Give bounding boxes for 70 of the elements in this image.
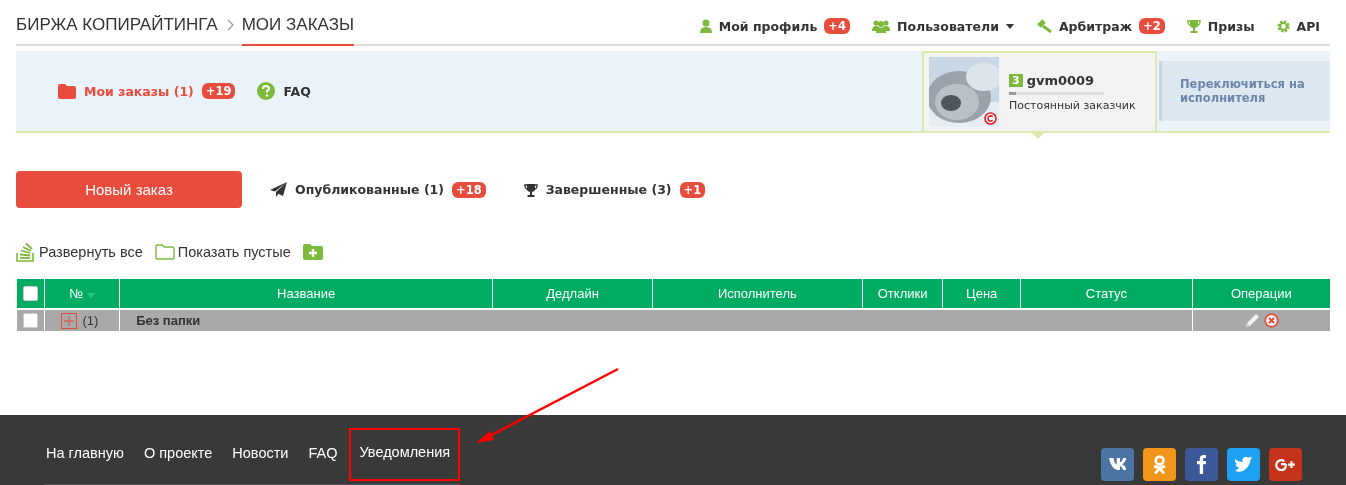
rank-badge: 3 [1009,73,1023,87]
badge: +2 [1139,18,1165,34]
folder-name: Без папки [136,313,201,328]
delete-icon[interactable] [1263,312,1279,328]
folder-icon [154,244,175,260]
trophy-icon [1186,19,1201,33]
ok-icon [1152,454,1167,475]
folder-icon [58,83,76,99]
footer-link[interactable]: Уведомления [357,441,453,463]
copyright-icon [984,112,997,125]
badge: +4 [824,18,850,34]
breadcrumb-link[interactable]: БИРЖА КОПИРАЙТИНГА [16,15,218,46]
toolbar-label: Показать пустые [177,244,291,260]
subnav-link[interactable]: FAQ [257,82,311,100]
nav-label: Арбитраж [1058,18,1133,34]
toolbar-link[interactable]: Развернуть все [16,242,143,262]
stack-icon [16,242,36,262]
username: gvm0009 [1026,72,1095,88]
chevron-icon [225,19,234,31]
nav-label: Пользователи [896,18,999,34]
select-all-checkbox[interactable] [22,286,38,301]
gavel-icon [1035,19,1052,33]
toolbar-label: Развернуть все [39,244,143,260]
new-order-button[interactable]: Новый заказ [16,171,242,208]
user-role: Постоянный заказчик [1009,98,1136,112]
google-plus-icon [1275,457,1296,472]
trophy-icon [523,182,538,197]
nav-label: Мой профиль [718,18,818,34]
facebook-icon [1196,454,1207,475]
nav-link[interactable]: API [1276,18,1320,34]
add-folder-button[interactable] [302,244,323,260]
sort-icon [87,293,96,298]
users-icon [871,19,890,33]
subnav-link[interactable]: Мои заказы (1) +19 [58,83,236,99]
social-link[interactable] [1227,448,1260,481]
badge: +18 [452,181,486,198]
tab-label: Завершенные (3) [545,182,672,197]
breadcrumb-link[interactable]: МОИ ЗАКАЗЫ [241,15,354,46]
filter-tab[interactable]: Завершенные (3) +1 [523,181,706,198]
footer-link[interactable]: О проекте [141,442,215,464]
settings-icon [1276,19,1290,33]
nav-label: Призы [1207,18,1255,34]
expand-icon[interactable] [61,312,78,329]
subnav-label: Мои заказы (1) [84,83,194,99]
footer-link[interactable]: Новости [230,442,291,464]
toolbar-link[interactable]: Показать пустые [154,244,291,260]
add-folder-icon [302,244,323,260]
badge: +1 [679,181,706,198]
footer-link[interactable]: На главную [44,442,126,464]
filter-tab[interactable]: Опубликованные (1) +18 [270,181,486,198]
social-link[interactable] [1185,448,1218,481]
user-icon [699,19,712,33]
edit-icon[interactable] [1243,312,1260,329]
row-checkbox[interactable] [23,313,39,328]
nav-label: API [1296,18,1320,34]
tab-label: Опубликованные (1) [295,182,444,197]
footer-link[interactable]: FAQ [306,442,340,464]
nav-link[interactable]: Мой профиль +4 [699,18,850,34]
subnav-label: FAQ [283,83,311,99]
social-link[interactable] [1269,448,1302,481]
nav-link[interactable]: Призы [1186,18,1255,34]
nav-link[interactable]: Пользователи [871,18,1014,34]
social-link[interactable] [1101,448,1134,481]
help-icon [257,82,276,100]
folder-count: (1) [82,313,99,328]
badge: +19 [201,83,236,99]
bird-icon [1234,455,1253,473]
nav-link[interactable]: Арбитраж +2 [1035,18,1165,34]
vk-icon [1108,458,1127,471]
paper-plane-icon [270,182,287,197]
